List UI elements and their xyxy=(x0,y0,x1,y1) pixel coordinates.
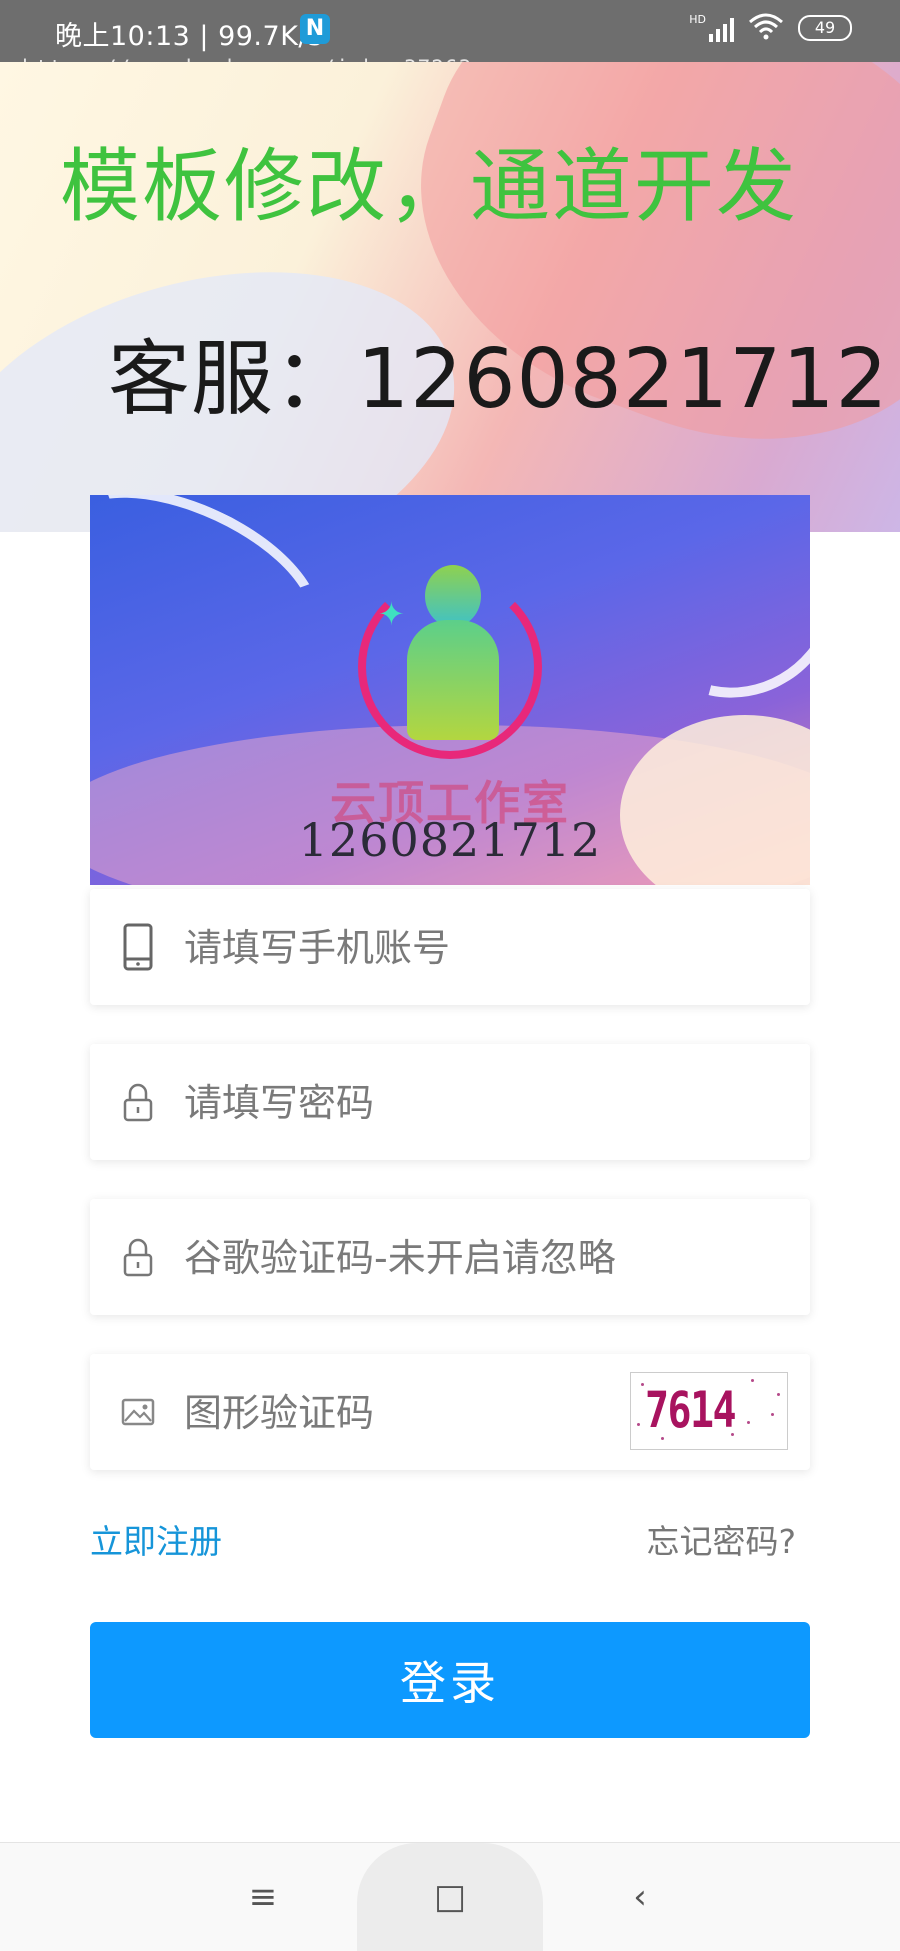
image-icon xyxy=(118,1388,158,1436)
phone-icon xyxy=(118,923,158,971)
register-link[interactable]: 立即注册 xyxy=(90,1515,222,1563)
status-icons: HD 49 xyxy=(689,12,852,44)
login-button[interactable]: 登录 xyxy=(90,1622,810,1738)
banner-contact: 客服：1260821712 xyxy=(108,332,889,427)
captcha-image[interactable]: 7614 xyxy=(630,1372,788,1450)
logo-card: ✦ 云顶工作室 1260821712 xyxy=(90,495,810,885)
home-icon[interactable]: □ xyxy=(420,1871,480,1923)
signal-icon: HD xyxy=(689,13,734,42)
banner-headline: 模板修改，通道开发 xyxy=(60,140,798,233)
network-type-label: HD xyxy=(689,13,706,26)
lock-icon xyxy=(118,1078,158,1126)
phone-input[interactable] xyxy=(182,889,706,1007)
google-code-field xyxy=(90,1199,810,1317)
menu-icon[interactable]: ≡ xyxy=(233,1871,293,1923)
status-time-speed: 晚上10:13 | 99.7K/s xyxy=(55,21,323,52)
app-notification-icon: N xyxy=(300,14,330,44)
top-banner: 模板修改，通道开发 客服：1260821712 xyxy=(0,62,900,532)
phone-field xyxy=(90,889,810,1007)
logo-figure xyxy=(395,565,505,745)
battery-icon: 49 xyxy=(798,15,852,41)
wifi-icon xyxy=(748,12,784,44)
status-bar: 晚上10:13 | 99.7K/s N HD 49 xyxy=(0,0,900,62)
password-field xyxy=(90,1044,810,1162)
forgot-password-link[interactable]: 忘记密码? xyxy=(646,1515,796,1563)
lock-icon xyxy=(118,1233,158,1281)
password-input[interactable] xyxy=(182,1044,706,1162)
back-icon[interactable]: ‹ xyxy=(610,1871,670,1923)
captcha-field: 7614 xyxy=(90,1354,810,1472)
captcha-input[interactable] xyxy=(182,1354,546,1472)
logo-phone: 1260821712 xyxy=(298,813,602,867)
system-nav-bar: ≡ □ ‹ xyxy=(0,1842,900,1951)
google-code-input[interactable] xyxy=(182,1199,706,1317)
captcha-code: 7614 xyxy=(645,1381,737,1439)
auth-links: 立即注册 忘记密码? xyxy=(90,1515,810,1561)
